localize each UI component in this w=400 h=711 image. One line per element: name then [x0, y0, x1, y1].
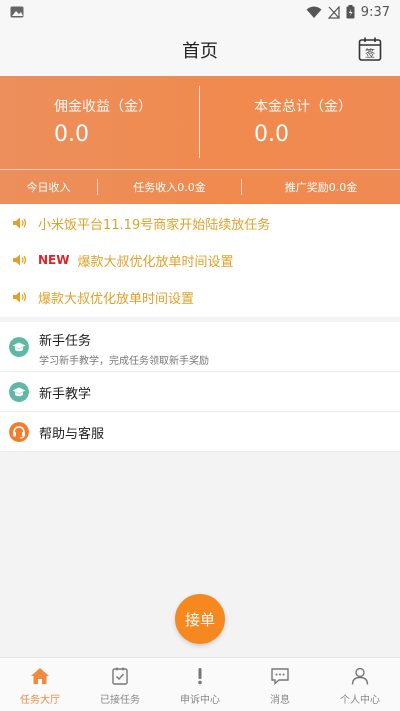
banner-divider: [199, 86, 200, 158]
page-title: 首页: [182, 41, 218, 62]
signal-icon: [327, 5, 340, 19]
list-item-newbie-tutorial[interactable]: 新手教学: [0, 372, 400, 412]
exclamation-icon: [198, 668, 202, 685]
bottom-tab-bar: 任务大厅 已接任务 申诉中心 消息 个人中心: [0, 657, 400, 711]
status-time: 9:37: [360, 4, 390, 20]
earnings-banner: 佣金收益（金） 0.0 本金总计（金） 0.0 今日收入 任务收入0.0金 推广…: [0, 76, 400, 204]
list-item-title: 新手任务: [39, 334, 92, 349]
tab-profile[interactable]: 个人中心: [320, 658, 400, 711]
title-bar: 首页 签: [0, 24, 400, 76]
accept-order-button[interactable]: 接单: [175, 594, 225, 644]
image-icon: [10, 6, 24, 18]
clipboard-check-icon: [112, 667, 128, 685]
user-icon: [351, 667, 369, 685]
principal-label: 本金总计（金）: [254, 99, 352, 115]
speaker-icon: [13, 291, 27, 303]
status-bar: 9:37: [0, 0, 400, 24]
new-badge: NEW: [38, 253, 70, 267]
sign-icon-text: 签: [365, 47, 375, 60]
commission-stat[interactable]: 佣金收益（金） 0.0: [54, 96, 152, 147]
notice-text: 爆款大叔优化放单时间设置: [38, 291, 195, 307]
list-item-subtitle: 学习新手教学，完成任务领取新手奖励: [39, 356, 209, 367]
menu-list: 新手任务 学习新手教学，完成任务领取新手奖励 新手教学 帮助与客服: [0, 322, 400, 452]
chat-bubble-icon: [271, 668, 289, 686]
promo-reward[interactable]: 推广奖励0.0金: [242, 179, 400, 195]
income-subrow: 今日收入 任务收入0.0金 推广奖励0.0金: [0, 170, 400, 204]
notice-item[interactable]: NEW 爆款大叔优化放单时间设置: [12, 250, 234, 270]
tab-accepted-tasks[interactable]: 已接任务: [80, 658, 160, 711]
tab-label: 个人中心: [340, 695, 380, 706]
graduation-cap-icon: [9, 337, 29, 357]
tab-label: 消息: [270, 695, 290, 706]
list-item-title: 帮助与客服: [39, 427, 105, 442]
tab-messages[interactable]: 消息: [240, 658, 320, 711]
home-icon: [31, 668, 49, 684]
task-income[interactable]: 任务收入0.0金: [98, 179, 241, 195]
notice-item[interactable]: 小米饭平台11.19号商家开始陆续放任务: [12, 213, 270, 233]
list-item-help-support[interactable]: 帮助与客服: [0, 412, 400, 452]
notice-item[interactable]: 爆款大叔优化放单时间设置: [12, 287, 194, 307]
speaker-icon: [13, 217, 27, 229]
tab-label: 已接任务: [100, 695, 140, 706]
tab-label: 任务大厅: [20, 695, 60, 706]
sign-in-button[interactable]: 签: [358, 36, 382, 62]
tab-label: 申诉中心: [180, 695, 220, 706]
headset-icon: [9, 422, 29, 442]
principal-value: 0.0: [254, 122, 289, 147]
notice-text: 小米饭平台11.19号商家开始陆续放任务: [38, 217, 271, 233]
notice-text: 爆款大叔优化放单时间设置: [77, 254, 234, 270]
commission-label: 佣金收益（金）: [54, 99, 152, 115]
calendar-sign-icon: 签: [358, 37, 382, 61]
notice-list: 小米饭平台11.19号商家开始陆续放任务 NEW 爆款大叔优化放单时间设置 爆款…: [0, 204, 400, 317]
list-item-newbie-tasks[interactable]: 新手任务 学习新手教学，完成任务领取新手奖励: [0, 322, 400, 372]
commission-value: 0.0: [54, 122, 89, 147]
graduation-cap-icon: [9, 382, 29, 402]
tab-appeal-center[interactable]: 申诉中心: [160, 658, 240, 711]
principal-stat[interactable]: 本金总计（金） 0.0: [254, 96, 352, 147]
battery-icon: [346, 5, 355, 19]
list-item-title: 新手教学: [39, 387, 92, 402]
today-income[interactable]: 今日收入: [0, 179, 97, 195]
speaker-icon: [13, 254, 27, 266]
tab-task-hall[interactable]: 任务大厅: [0, 658, 80, 711]
wifi-icon: [306, 6, 322, 18]
